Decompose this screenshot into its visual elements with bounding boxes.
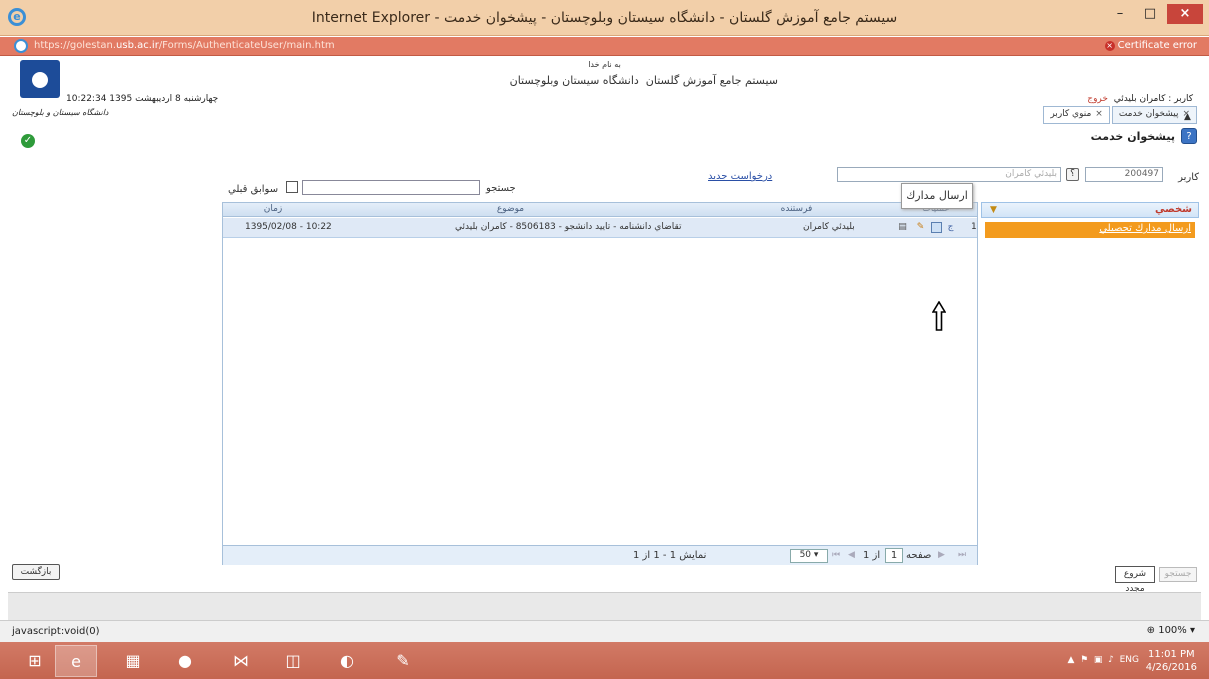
page-label: صفحه [906,550,932,561]
close-button[interactable]: × [1167,4,1203,24]
logout-link[interactable]: خروج [1087,94,1108,104]
edit-icon[interactable]: ✎ [915,222,926,233]
file-explorer-icon[interactable]: ▦ [112,645,154,677]
status-text: javascript:void(0) [12,626,100,637]
user-name-field[interactable]: بليدئي كامران [837,167,1061,182]
last-page-icon[interactable]: ⏭ [958,550,966,560]
first-page-icon[interactable]: ⏮ [832,550,840,560]
tab-scroll-icon[interactable]: ▲ [1184,112,1191,122]
user-info: کاربر : کامران بليدئي خروج [1087,94,1193,104]
grid-footer: نمايش 1 - 1 از 1 50 ▾ ⏮ ◀ از 1 1 صفحه ▶ … [223,545,977,565]
print-icon[interactable]: ▤ [897,222,908,233]
window-titlebar: e Internet Explorer - سيستم جامع آموزش گ… [0,0,1209,36]
maximize-button[interactable]: □ [1137,4,1163,24]
previous-records-checkbox[interactable] [286,181,298,193]
store-icon[interactable]: ◫ [272,645,314,677]
refresh-icon[interactable]: ج [945,222,956,233]
paint-icon[interactable]: ✎ [382,645,424,677]
tab-bar: پيشخوان خدمت × منوي كاربر × [1041,106,1197,126]
requests-grid: عمليات فرستنده موضوع زمان 1 ج ✎ ▤ بليدئي… [222,202,978,565]
restart-button[interactable]: شروع مجدد [1115,566,1155,594]
lookup-button[interactable]: ؟ [1066,168,1079,181]
url-text[interactable]: https://golestan.usb.ac.ir/Forms/Authent… [34,40,335,51]
search-button[interactable]: جستجو [1159,567,1197,582]
row-sender: بليدئي كامران [803,222,855,232]
address-bar[interactable]: https://golestan.usb.ac.ir/Forms/Authent… [0,37,1209,56]
clock[interactable]: 11:01 PM 4/26/2016 [1146,648,1197,674]
page-number-input[interactable]: 1 [885,548,903,563]
back-button[interactable]: بازگشت [12,564,60,580]
page-title: پيشخوان خدمت [1090,130,1175,143]
internet-explorer-icon[interactable]: e [55,645,97,677]
column-header: زمان [263,204,283,214]
row-time: 1395/02/08 - 10:22 [245,222,332,232]
tooltip: ارسال مدارك [901,183,973,209]
window-title: Internet Explorer - سيستم جامع آموزش گلس… [311,10,898,26]
tab-user-menu[interactable]: منوي كاربر × [1043,106,1110,124]
chevron-down-icon: ▼ [990,205,997,215]
system-tray[interactable]: ▲ ⚑ ▣ ♪ ENG [1067,655,1139,665]
previous-records-label: سوابق قبلي [228,184,279,195]
windows-start-icon[interactable]: ⊞ [14,645,56,677]
column-header: موضوع [496,204,525,214]
send-documents-icon[interactable] [931,222,942,233]
status-bar: javascript:void(0) ⊕ 100% ▾ [0,620,1209,642]
side-panel: ▼ شخصي ارسال مدارك تحصيلي [981,202,1199,242]
logo-caption: دانشگاه سیستان و بلوچستان [12,108,109,117]
arrow-up-icon [932,301,946,331]
firefox-icon[interactable]: ● [164,645,206,677]
new-request-link[interactable]: درخواست جديد [708,171,772,182]
table-row[interactable]: 1 ج ✎ ▤ بليدئي كامران تقاضاي دانشنامه - … [223,218,977,238]
page-of: از 1 [863,550,881,561]
search-label: جستجو [486,183,516,194]
close-tab-icon[interactable]: × [1095,109,1103,119]
minimize-button[interactable]: – [1107,4,1133,24]
besm-text: به نام خدا [588,60,621,69]
prev-page-icon[interactable]: ◀ [848,550,855,560]
page-size-select[interactable]: 50 ▾ [790,549,828,563]
system-title: سيستم جامع آموزش گلستان دانشگاه سيستان و… [509,74,778,87]
page-content: دانشگاه سیستان و بلوچستان ✓ 10:22:34 چها… [8,56,1201,594]
error-icon: × [1104,41,1115,51]
user-id-field[interactable]: 200497 [1085,167,1163,182]
search-input[interactable] [302,180,480,195]
app-icon[interactable]: ◐ [326,645,368,677]
row-actions: ج ✎ ▤ [895,222,965,234]
side-item-send-documents[interactable]: ارسال مدارك تحصيلي [985,222,1195,238]
row-subject: تقاضاي دانشنامه - تاييد دانشجو - 8506183… [455,222,682,232]
bottom-band [8,592,1201,620]
taskbar: ⊞ e ▦ ● ⋈ ◫ ◐ ✎ ▲ ⚑ ▣ ♪ ENG 11:01 PM 4/26… [0,642,1209,679]
next-page-icon[interactable]: ▶ [938,550,945,560]
user-field-label: كاربر [1178,172,1199,183]
check-icon: ✓ [21,134,35,148]
side-group-header[interactable]: ▼ شخصي [981,202,1199,218]
help-icon[interactable]: ? [1181,128,1197,144]
show-range: نمايش 1 - 1 از 1 [633,550,707,561]
media-icon[interactable]: ⋈ [220,645,262,677]
datetime: 10:22:34 چهارشنبه 8 ارديبهشت 1395 [66,94,219,104]
row-index: 1 [971,222,977,232]
column-header: فرستنده [780,204,813,214]
certificate-error[interactable]: × Certificate error [1104,40,1197,51]
zoom-icon: ⊕ [1146,625,1156,636]
grid-header: عمليات فرستنده موضوع زمان [223,203,977,217]
zoom-level[interactable]: ⊕ 100% ▾ [1147,625,1195,636]
page-icon [14,39,28,53]
